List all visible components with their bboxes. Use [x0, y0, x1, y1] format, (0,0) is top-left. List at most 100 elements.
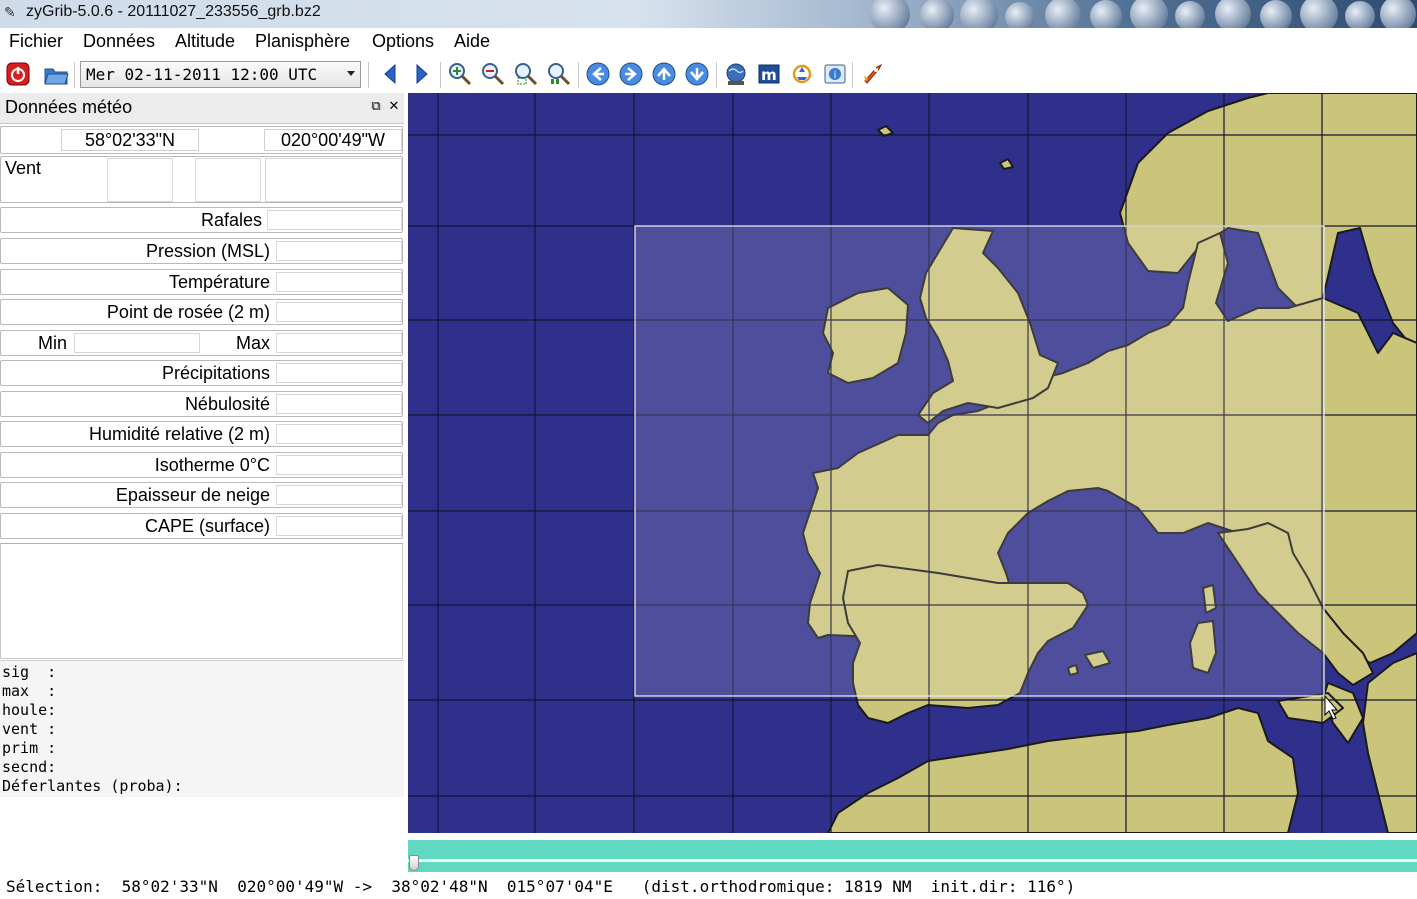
isotherm-label: Isotherme 0°C — [154, 455, 270, 475]
title-decoration — [1090, 0, 1122, 28]
rocket-icon[interactable] — [858, 60, 886, 88]
boat-icon[interactable] — [788, 60, 816, 88]
dewpoint-label: Point de rosée (2 m) — [106, 302, 270, 322]
pressure-row: Pression (MSL) — [0, 238, 403, 264]
precipitation-label: Précipitations — [161, 363, 270, 383]
app-icon: ✎ — [4, 5, 16, 21]
max-label: Max — [236, 333, 271, 353]
latitude-field: 58°02'33"N — [61, 129, 199, 151]
title-decoration — [1215, 0, 1251, 28]
svg-text:i: i — [834, 70, 837, 81]
cloud-label: Nébulosité — [184, 394, 270, 414]
precipitation-value — [276, 363, 402, 383]
pan-left-icon[interactable] — [584, 60, 612, 88]
min-value — [74, 333, 200, 353]
title-decoration — [920, 0, 954, 28]
date-value: Mer 02-11-2011 12:00 UTC — [86, 65, 318, 84]
menu-fichier[interactable]: Fichier — [7, 31, 65, 52]
panel-empty-area — [0, 543, 403, 659]
wind-row: Vent — [0, 156, 403, 203]
float-icon[interactable]: ⧉ — [369, 99, 383, 114]
zoom-all-icon[interactable] — [545, 60, 573, 88]
date-selector[interactable]: Mer 02-11-2011 12:00 UTC — [80, 61, 361, 88]
time-slider-groove — [408, 859, 1417, 862]
dewpoint-row: Point de rosée (2 m) — [0, 299, 403, 325]
title-decoration — [1130, 0, 1168, 28]
menu-options[interactable]: Options — [370, 31, 436, 52]
title-decoration — [1300, 0, 1338, 28]
menu-aide[interactable]: Aide — [452, 31, 492, 52]
title-decoration — [1005, 2, 1035, 28]
snow-row: Epaisseur de neige — [0, 482, 403, 508]
toolbar-separator — [716, 62, 717, 88]
toolbar: Mer 02-11-2011 12:00 UTC m i — [0, 57, 1417, 93]
title-decoration — [960, 0, 998, 28]
wave-info-text: sig : max : houle: vent : prim : secnd: … — [0, 660, 404, 797]
next-date-icon[interactable] — [408, 60, 436, 88]
title-decoration — [870, 0, 910, 28]
status-bar: Sélection: 58°02'33"N 020°00'49"W -> 38°… — [0, 876, 1417, 899]
toolbar-separator — [440, 62, 441, 88]
zoom-in-icon[interactable] — [446, 60, 474, 88]
panel-header: Données météo ⧉ ✕ — [0, 93, 404, 124]
time-slider-handle[interactable] — [409, 855, 419, 871]
isotherm-value — [276, 455, 402, 475]
grib-server-icon[interactable]: i — [821, 60, 849, 88]
title-decoration — [1175, 1, 1205, 28]
isotherm-row: Isotherme 0°C — [0, 452, 403, 478]
toolbar-separator — [368, 62, 369, 88]
wind-direction-field — [195, 158, 261, 202]
title-decoration — [1380, 0, 1416, 28]
window-title: zyGrib-5.0.6 - 20111027_233556_grb.bz2 — [26, 3, 321, 20]
toolbar-separator — [852, 62, 853, 88]
open-file-icon[interactable] — [42, 60, 70, 88]
wind-label: Vent — [5, 158, 42, 178]
previous-date-icon[interactable] — [376, 60, 404, 88]
menu-bar: Fichier Données Altitude Planisphère Opt… — [0, 28, 1417, 58]
gusts-row: Rafales — [0, 207, 403, 233]
map-view[interactable] — [408, 93, 1417, 833]
min-label: Min — [38, 333, 68, 353]
quit-icon[interactable] — [4, 60, 32, 88]
menu-planisphere[interactable]: Planisphère — [253, 31, 352, 52]
min-max-row: Min Max — [0, 330, 403, 356]
time-slider-track[interactable] — [408, 840, 1417, 872]
pan-down-icon[interactable] — [683, 60, 711, 88]
gusts-label: Rafales — [200, 210, 262, 230]
globe-download-icon[interactable] — [722, 60, 750, 88]
toolbar-separator — [74, 62, 75, 88]
wind-arrow-field — [265, 158, 402, 202]
chevron-down-icon — [347, 71, 355, 76]
cape-label: CAPE (surface) — [144, 516, 270, 536]
dewpoint-value — [276, 302, 402, 322]
title-decoration — [1260, 0, 1292, 28]
temperature-value — [276, 272, 402, 292]
svg-text:m: m — [761, 66, 777, 84]
weather-data-panel: Données météo ⧉ ✕ 58°02'33"N 020°00'49"W… — [0, 93, 407, 873]
snow-value — [276, 485, 402, 505]
max-value — [276, 333, 402, 353]
humidity-value — [276, 424, 402, 444]
time-slider[interactable] — [408, 836, 1417, 876]
zoom-out-icon[interactable] — [479, 60, 507, 88]
close-icon[interactable]: ✕ — [387, 99, 401, 114]
temperature-label: Température — [168, 272, 270, 292]
menu-donnees[interactable]: Données — [81, 31, 157, 52]
pan-up-icon[interactable] — [650, 60, 678, 88]
zoom-selection-icon[interactable] — [512, 60, 540, 88]
coordinates-row: 58°02'33"N 020°00'49"W — [0, 126, 403, 154]
pan-right-icon[interactable] — [617, 60, 645, 88]
title-decoration — [1045, 0, 1081, 28]
humidity-label: Humidité relative (2 m) — [88, 424, 270, 444]
title-decoration — [1345, 1, 1375, 28]
metar-icon[interactable]: m — [755, 60, 783, 88]
cape-row: CAPE (surface) — [0, 513, 403, 539]
map-canvas — [408, 93, 1417, 833]
cloud-value — [276, 394, 402, 414]
snow-label: Epaisseur de neige — [115, 485, 270, 505]
toolbar-separator — [578, 62, 579, 88]
precipitation-row: Précipitations — [0, 360, 403, 386]
menu-altitude[interactable]: Altitude — [173, 31, 237, 52]
window-title-bar: ✎ zyGrib-5.0.6 - 20111027_233556_grb.bz2 — [0, 0, 1417, 28]
cape-value — [276, 516, 402, 536]
